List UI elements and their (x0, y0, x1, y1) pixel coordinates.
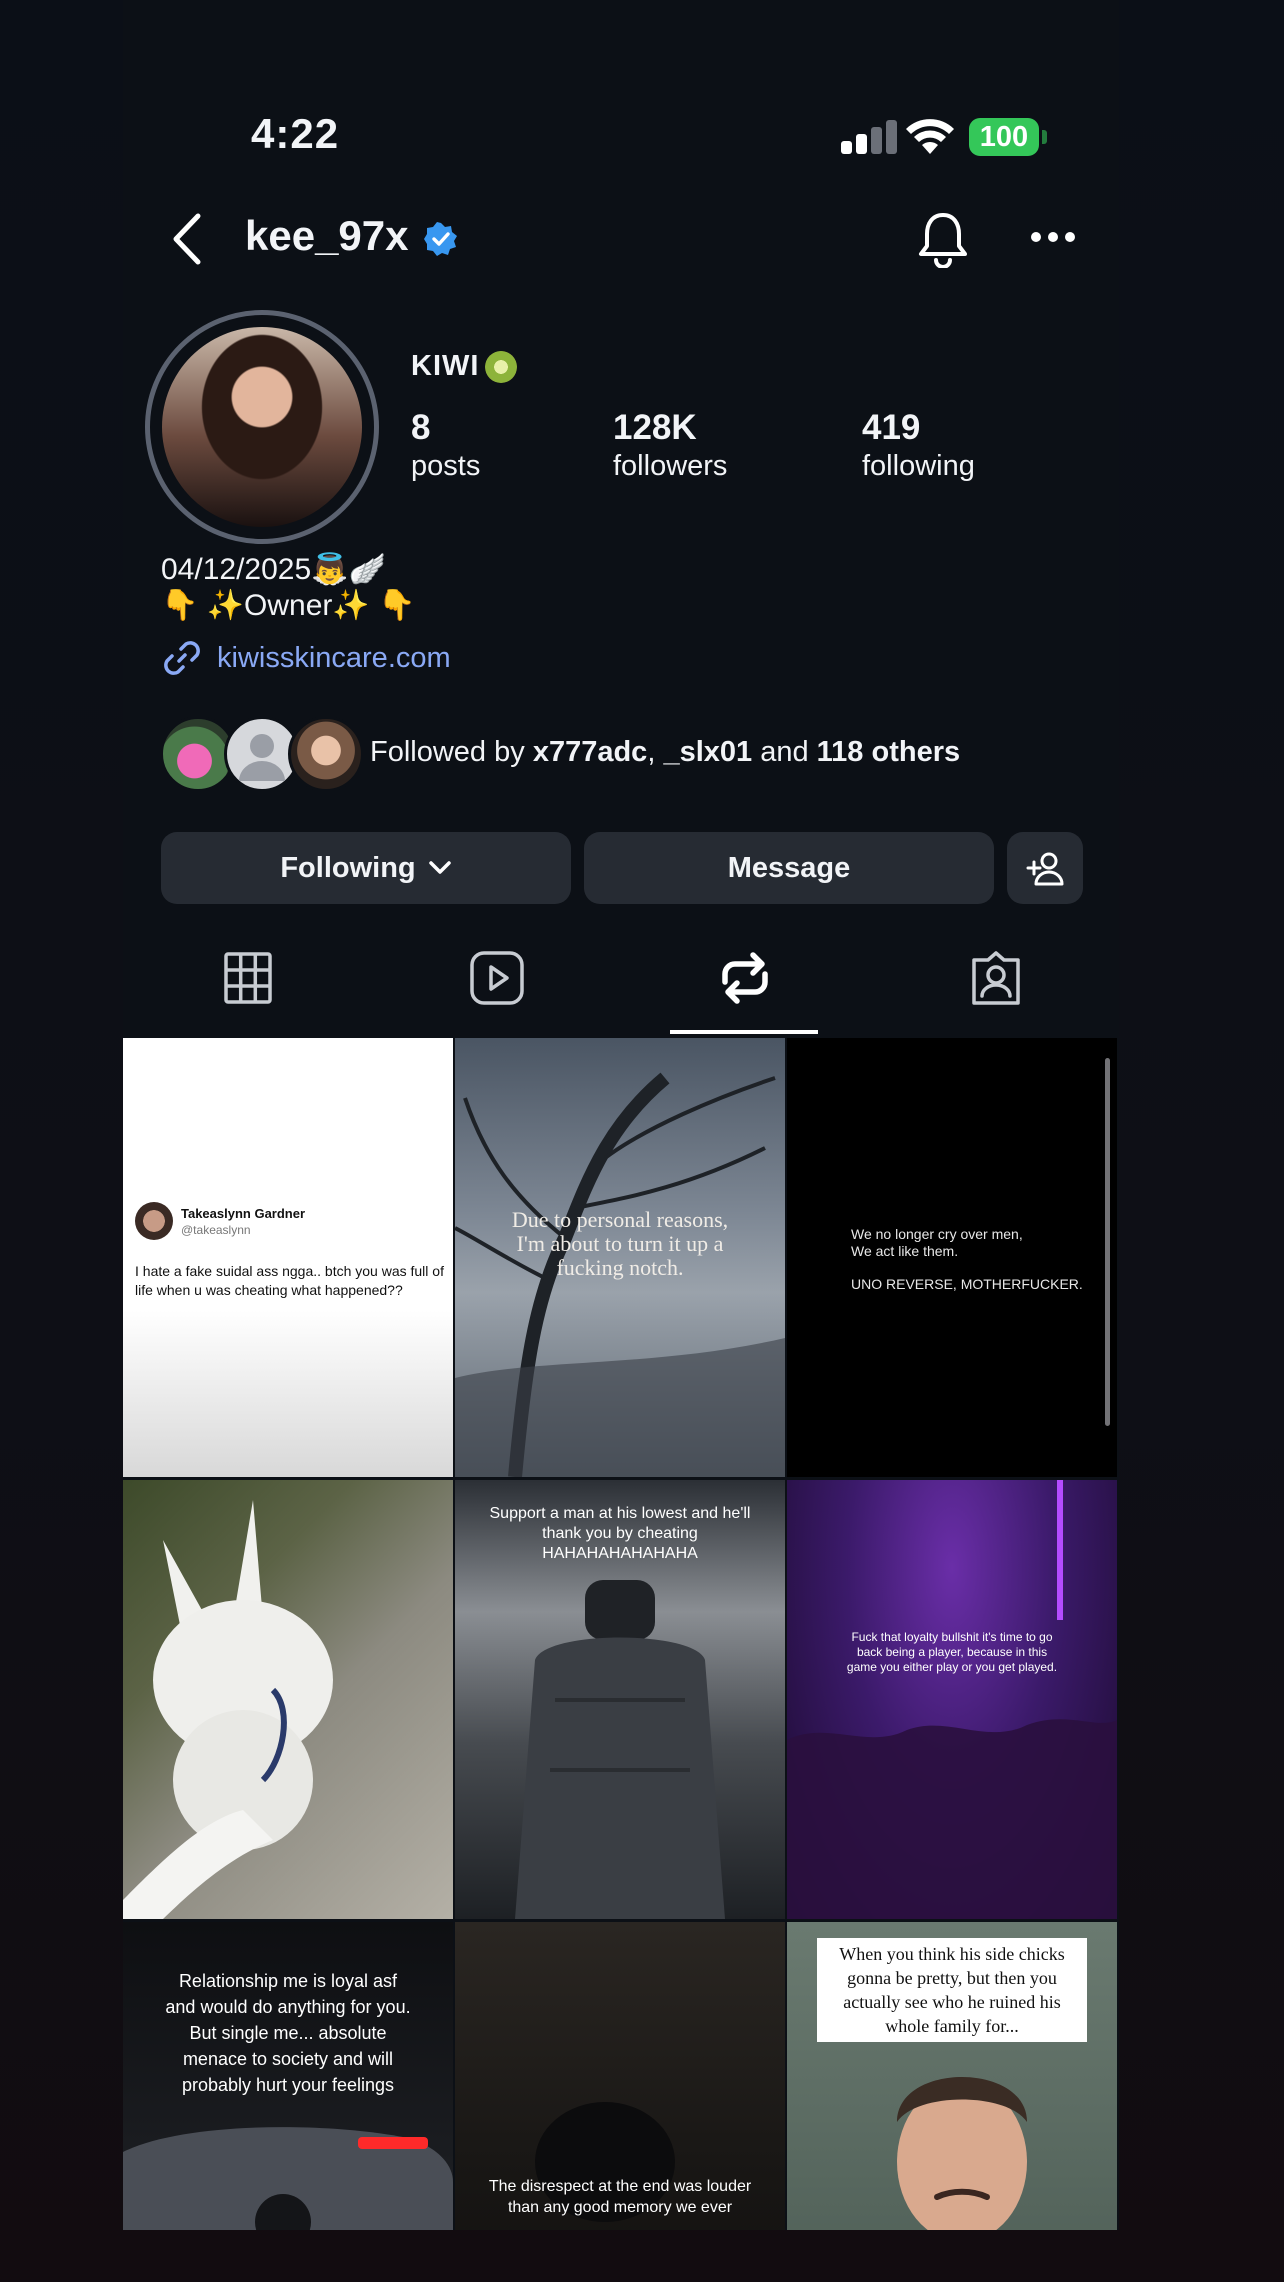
post-caption-3b: We act like them. (851, 1243, 959, 1259)
followed-by-and: and (752, 736, 817, 768)
active-tab-indicator (670, 1030, 818, 1034)
tab-posts-grid[interactable] (218, 948, 278, 1008)
message-button[interactable]: Message (584, 832, 994, 904)
stat-posts[interactable]: 8 posts (411, 408, 480, 483)
posts-label: posts (411, 450, 481, 482)
tab-reposts[interactable] (715, 948, 775, 1008)
tweet-avatar (135, 1202, 173, 1240)
battery-indicator: 100 (969, 118, 1047, 156)
posts-count: 8 (411, 408, 431, 447)
message-button-label: Message (727, 851, 851, 884)
man-face-graphic (897, 2077, 1027, 2230)
bio-line-2: 👇 ✨Owner✨ 👇 (161, 589, 416, 622)
mutual-avatar-3 (288, 716, 364, 792)
profile-avatar[interactable] (145, 310, 379, 544)
followed-by-text[interactable]: Followed by x777adc, _slx01 and 118 othe… (370, 736, 960, 769)
post-caption-6: Fuck that loyalty bullshit it's time to … (846, 1630, 1058, 1674)
wifi-icon (906, 119, 954, 154)
chevron-down-icon (428, 861, 451, 874)
tweet-text: I hate a fake suidal ass ngga.. btch you… (135, 1263, 444, 1298)
kiwi-emoji-icon (485, 351, 518, 384)
following-button-label: Following (280, 851, 416, 884)
cellular-signal-icon (841, 120, 897, 154)
post-tile-6[interactable]: Fuck that loyalty bullshit it's time to … (787, 1480, 1117, 1919)
mutual-user-2: _slx01 (663, 736, 753, 768)
verified-badge-icon (424, 222, 457, 256)
followed-by-sep: , (647, 736, 664, 768)
post-caption-5: Support a man at his lowest and he'll th… (489, 1505, 751, 1562)
display-name: KIWI (411, 350, 518, 384)
post-caption-3c: UNO REVERSE, MOTHERFUCKER. (851, 1276, 1083, 1292)
bio-link-text[interactable]: kiwisskincare.com (217, 642, 451, 675)
stat-followers[interactable]: 128K followers (613, 408, 727, 483)
followers-label: followers (613, 450, 728, 482)
status-time: 4:22 (251, 110, 340, 157)
post-tile-4[interactable] (123, 1480, 453, 1919)
following-label: following (862, 450, 975, 482)
profile-screen: 4:22 100 kee_97x KIWI 8 posts 128K follo (123, 0, 1119, 2230)
post-tile-5[interactable]: Support a man at his lowest and he'll th… (455, 1480, 785, 1919)
post-tile-9[interactable]: When you think his side chicks gonna be … (787, 1922, 1117, 2230)
post-caption-7: Relationship me is loyal asf and would d… (165, 1971, 411, 2095)
tab-reels[interactable] (467, 948, 527, 1008)
post-tile-2[interactable]: Due to personal reasons, I'm about to tu… (455, 1038, 785, 1477)
scrollbar[interactable] (1105, 1058, 1110, 1426)
post-tile-3[interactable]: We no longer cry over men, We act like t… (787, 1038, 1117, 1477)
followers-count: 128K (613, 408, 697, 447)
add-person-icon (1026, 852, 1064, 886)
suggested-users-button[interactable] (1007, 832, 1083, 904)
bio-link[interactable]: kiwisskincare.com (161, 636, 451, 680)
back-arrow-icon[interactable] (168, 212, 208, 266)
following-count: 419 (862, 408, 921, 447)
mutual-others-count: 118 others (816, 736, 961, 768)
notification-bell-icon[interactable] (915, 210, 971, 268)
mutual-user-1: x777adc (532, 736, 648, 768)
avatar-image (162, 327, 362, 527)
followed-by-prefix: Followed by (370, 736, 533, 768)
stat-following[interactable]: 419 following (862, 408, 975, 483)
post-tile-1[interactable]: Takeaslynn Gardner @takeaslynn I hate a … (123, 1038, 453, 1477)
tweet-author-handle: @takeaslynn (181, 1223, 251, 1237)
profile-username: kee_97x (245, 212, 409, 259)
post-caption-2: Due to personal reasons, I'm about to tu… (511, 1207, 729, 1280)
post-tile-8[interactable]: The disrespect at the end was louder tha… (455, 1922, 785, 2230)
link-icon (164, 641, 200, 675)
tweet-author-name: Takeaslynn Gardner (181, 1206, 306, 1221)
costume-photo-graphic (123, 1500, 333, 1919)
tab-tagged[interactable] (966, 948, 1026, 1008)
bio-line-1: 04/12/2025👼🪽 (161, 553, 386, 586)
following-button[interactable]: Following (161, 832, 571, 904)
crowd-graphic (787, 1480, 1117, 1919)
display-name-text: KIWI (411, 350, 480, 382)
mutual-followers-avatars[interactable] (160, 716, 364, 792)
default-avatar-icon (239, 734, 285, 781)
post-caption-8: The disrespect at the end was louder tha… (488, 2178, 752, 2216)
more-options-icon[interactable] (1031, 232, 1075, 244)
post-tile-7[interactable]: Relationship me is loyal asf and would d… (123, 1922, 453, 2230)
post-caption-3a: We no longer cry over men, (851, 1226, 1023, 1242)
